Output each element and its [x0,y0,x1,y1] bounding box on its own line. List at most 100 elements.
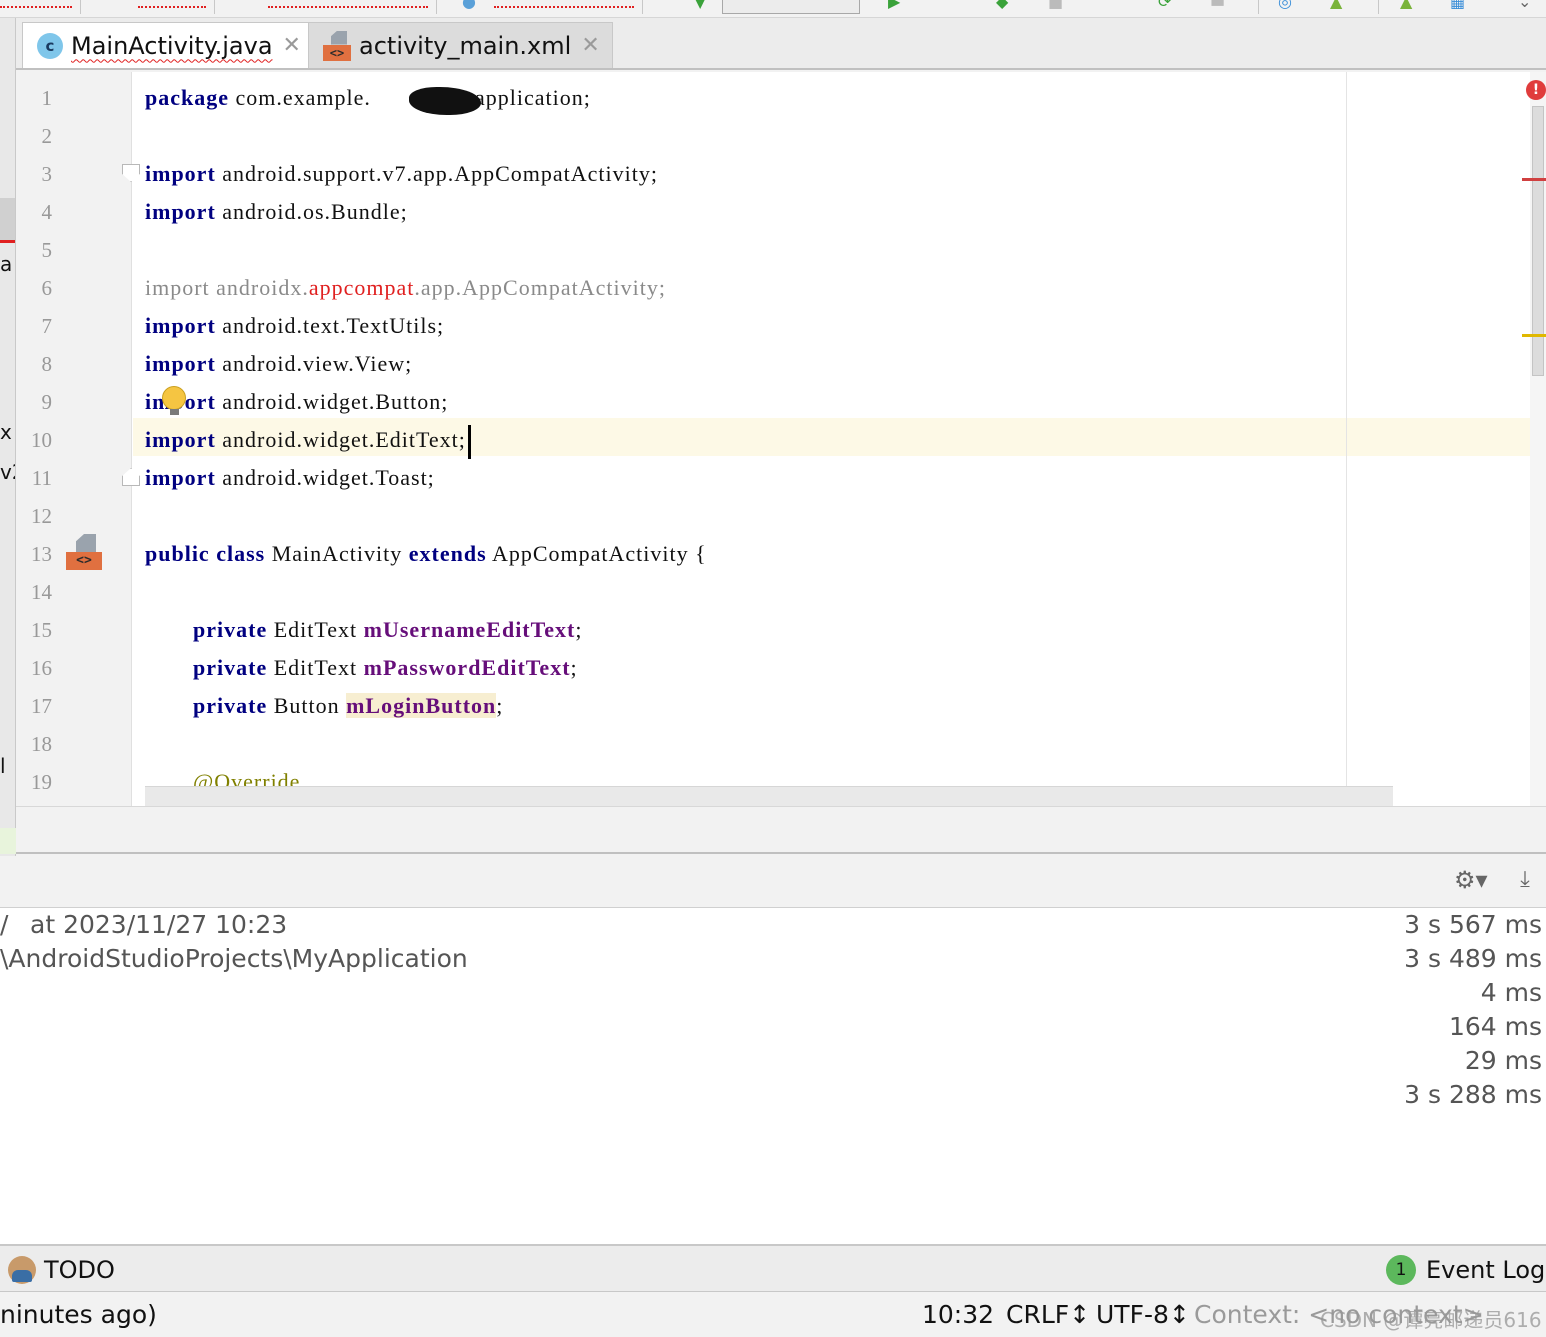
status-bar: ninutes ago) 10:32 CRLF↕ UTF-8↕ Context:… [0,1292,1546,1337]
code-text: android.text.TextUtils; [215,313,445,338]
status-message[interactable]: ninutes ago) [0,1292,157,1337]
run-icon[interactable]: ▶ [888,0,900,10]
main-toolbar: ● ▼ ▶ ◆ ■ ⟳ ▬ ◎ ▲ ▲ ▦ ⌄ [0,0,1546,18]
keyword: class [216,541,266,566]
tab-activity-main-xml[interactable]: <> activity_main.xml ✕ [308,22,613,68]
line-number: 7 [41,314,53,338]
close-icon[interactable]: ✕ [283,33,301,58]
code-text: .app.AppCompatActivity; [414,275,666,300]
build-panel-header [0,856,1546,908]
editor-tab-bar: c MainActivity.java ✕ <> activity_main.x… [16,18,1546,70]
selected-row [0,198,15,240]
type-name: EditText [273,655,358,680]
line-number: 3 [41,162,53,186]
code-line: private EditText mPasswordEditText; [193,649,578,687]
line-separator-selector[interactable]: CRLF↕ [1006,1292,1090,1337]
line-number: 14 [31,580,52,604]
line-number: 2 [41,124,53,148]
keyword: import [145,275,210,300]
breadcrumb-separator [436,0,437,14]
project-tree-fragment: v2 [0,460,15,484]
keyword: private [193,655,268,680]
tool-window-bar [0,1244,1546,1292]
keyword: extends [408,541,487,566]
project-tree-fragment: a [0,252,13,276]
keyword: import [145,427,216,452]
lightbulb-icon[interactable] [162,386,186,415]
make-project-icon[interactable]: ▼ [694,0,706,10]
code-text: androidx. [209,275,309,300]
java-class-icon: c [37,32,63,59]
build-timing: 164 ms [1448,1012,1542,1041]
code-editor[interactable]: 1 2 3 4 5 6 7 8 9 10 11 12 13 14 15 16 1… [16,72,1546,806]
debug-icon[interactable]: ◆ [996,0,1008,10]
keyword: private [193,693,268,718]
type-name: EditText [273,617,358,642]
stop-icon[interactable]: ▬ [1210,0,1225,10]
close-icon[interactable]: ✕ [581,33,599,58]
xml-layout-icon: <> [323,30,351,61]
field-name-highlighted: mLoginButton [346,693,497,718]
code-text: ; [496,693,504,718]
line-number: 4 [41,200,53,224]
error-stripe-mark[interactable] [1522,178,1546,181]
project-panel-edge: a x v2 l [0,18,16,856]
line-number: 19 [31,770,52,794]
keyword: import [145,161,216,186]
chevron-down-icon[interactable]: ⌄ [1518,0,1531,10]
layout-inspector-icon[interactable]: ▦ [1450,0,1465,10]
caret-position[interactable]: 10:32 [922,1292,994,1337]
keyword: import [145,465,216,490]
horizontal-scrollbar[interactable] [145,786,1393,806]
gear-icon[interactable]: ⚙▾ [1454,864,1498,896]
todo-tool-button[interactable]: TODO [8,1252,115,1288]
code-line: private Button mLoginButton; [193,687,503,725]
text-caret [467,424,471,459]
code-line-unused-import: import androidx.appcompat.app.AppCompatA… [145,269,666,307]
error-indicator-icon[interactable]: ! [1526,80,1546,100]
right-margin-guide [1346,72,1347,806]
todo-icon [8,1256,36,1284]
editor-breadcrumbs-bar [16,806,1546,854]
breadcrumb-separator [214,0,215,14]
event-count-badge: 1 [1386,1255,1416,1285]
code-text: android.view.View; [215,351,413,376]
watermark: CSDN @谭亮邮递员616 [1320,1308,1542,1332]
sync-icon[interactable]: ⟳ [1158,0,1171,10]
breadcrumb-segment[interactable] [268,0,428,8]
build-output-panel[interactable]: / at 2023/11/27 10:23 \AndroidStudioProje… [0,908,1546,1244]
toolbar-separator [1258,0,1259,14]
line-number: 11 [31,466,52,490]
build-line: \AndroidStudioProjects\MyApplication [0,944,468,973]
code-line: import android.widget.Button; [145,383,448,421]
breadcrumb-segment[interactable] [494,0,634,8]
sdk-manager-icon[interactable]: ▲ [1400,0,1412,10]
field-name: mUsernameEditText [363,617,576,642]
hide-panel-icon[interactable]: ⤓ [1510,864,1540,896]
encoding-selector[interactable]: UTF-8↕ [1096,1292,1190,1337]
code-line: package com.example. myapplication; [145,79,591,117]
unfold-imports-icon[interactable] [122,468,140,486]
android-studio-window: ● ▼ ▶ ◆ ■ ⟳ ▬ ◎ ▲ ▲ ▦ ⌄ a x v2 l c MainA… [0,0,1546,1337]
breadcrumb-segment[interactable] [0,0,72,8]
project-tree-fragment: l [0,754,6,778]
tab-main-activity-java[interactable]: c MainActivity.java ✕ [22,22,314,68]
event-log-tool-button[interactable]: 1 Event Log [1386,1252,1545,1288]
breadcrumb-icon: ● [462,0,476,11]
keyword: import [145,351,216,376]
project-tree-fragment: x [0,420,12,444]
breadcrumb-segment[interactable] [138,0,206,8]
related-layout-icon[interactable]: <> [66,534,102,570]
run-config-selector[interactable] [722,0,860,14]
avd-manager-icon[interactable]: ▲ [1330,0,1342,10]
class-name: MainActivity [271,541,403,566]
profile-icon[interactable]: ■ [1048,0,1063,10]
code-text: com.example. [229,85,371,110]
search-everywhere-icon[interactable]: ◎ [1278,0,1292,10]
code-line: import android.text.TextUtils; [145,307,444,345]
code-line: import android.support.v7.app.AppCompatA… [145,155,658,193]
line-number: 5 [41,238,53,262]
fold-imports-icon[interactable] [122,164,140,182]
build-line: / at 2023/11/27 10:23 [0,908,287,942]
warning-stripe-mark[interactable] [1522,334,1546,337]
